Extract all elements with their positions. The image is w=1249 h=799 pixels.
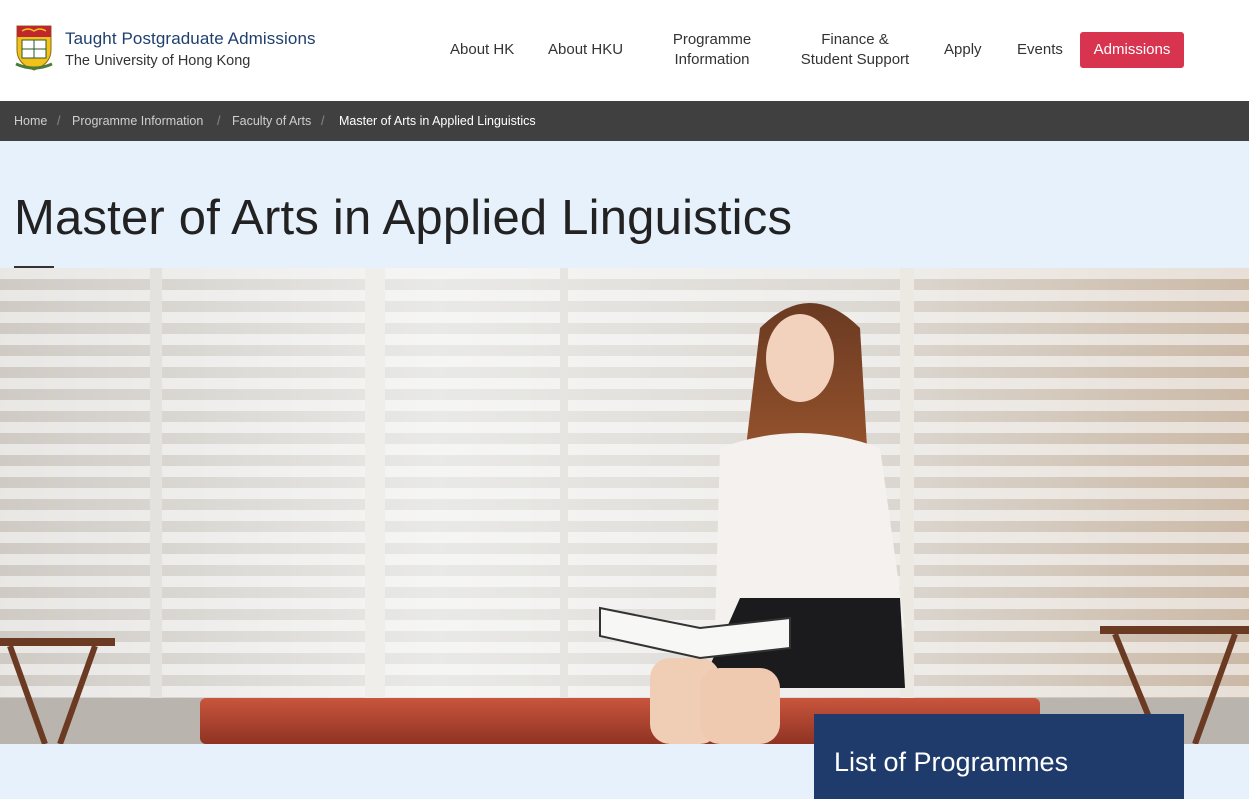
admissions-button[interactable]: Admissions xyxy=(1080,32,1184,68)
nav-programme-information[interactable]: Programme Information xyxy=(663,30,761,70)
nav-finance-student-support[interactable]: Finance & Student Support xyxy=(796,30,914,70)
breadcrumb-separator: / xyxy=(57,114,61,128)
breadcrumb-faculty-of-arts[interactable]: Faculty of Arts xyxy=(232,114,311,128)
nav-about-hk[interactable]: About HK xyxy=(450,40,514,60)
breadcrumb-current: Master of Arts in Applied Linguistics xyxy=(339,114,536,128)
breadcrumb-home[interactable]: Home xyxy=(14,114,47,128)
hku-crest-icon[interactable] xyxy=(14,24,54,72)
nav-about-hku[interactable]: About HKU xyxy=(548,40,623,60)
brand-title[interactable]: Taught Postgraduate Admissions xyxy=(65,29,316,49)
breadcrumb-programme-information[interactable]: Programme Information xyxy=(72,114,203,128)
brand-subtitle[interactable]: The University of Hong Kong xyxy=(65,53,250,69)
nav-events[interactable]: Events xyxy=(1017,40,1063,60)
breadcrumb-separator: / xyxy=(321,114,325,128)
list-of-programmes-panel[interactable]: List of Programmes xyxy=(814,714,1184,799)
breadcrumb: Home / Programme Information / Faculty o… xyxy=(0,101,1249,141)
breadcrumb-separator: / xyxy=(217,114,221,128)
page-title: Master of Arts in Applied Linguistics xyxy=(14,191,793,245)
nav-apply[interactable]: Apply xyxy=(944,40,982,60)
hero-image xyxy=(0,268,1249,744)
site-header: Taught Postgraduate Admissions The Unive… xyxy=(0,0,1249,101)
list-of-programmes-title: List of Programmes xyxy=(834,747,1069,777)
